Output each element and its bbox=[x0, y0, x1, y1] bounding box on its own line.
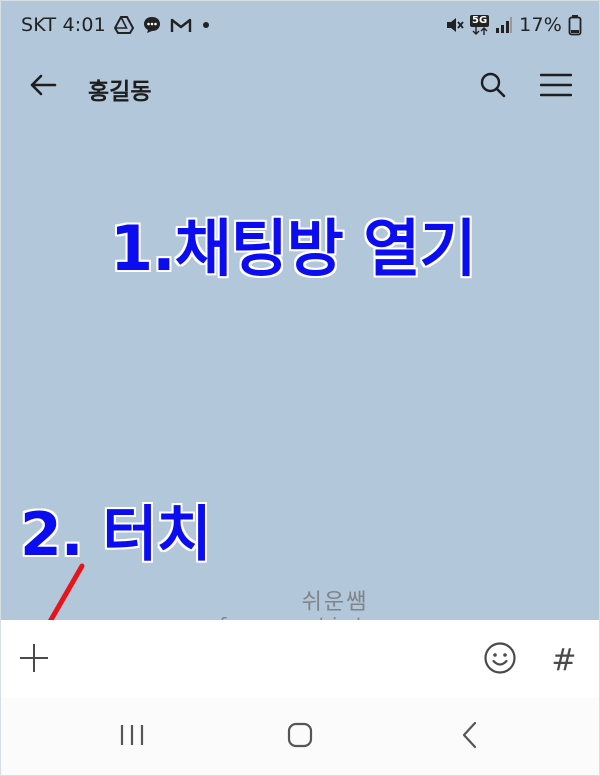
chat-screen: SKT 4:01 5G 17% 홍길동 1.채팅방 열기 2. 터치 쉬운쌤 # bbox=[0, 0, 600, 776]
carrier-time: SKT 4:01 bbox=[21, 14, 106, 36]
search-button[interactable] bbox=[474, 68, 512, 106]
status-left: SKT 4:01 bbox=[21, 14, 212, 36]
plus-icon bbox=[18, 642, 50, 678]
back-button[interactable] bbox=[22, 70, 64, 104]
battery-icon bbox=[568, 14, 582, 36]
network-5g-icon: 5G bbox=[469, 15, 490, 35]
home-icon bbox=[286, 721, 314, 753]
network-label: 5G bbox=[469, 15, 490, 27]
signal-icon bbox=[495, 16, 513, 34]
drive-icon bbox=[113, 16, 134, 34]
back-arrow-icon bbox=[28, 73, 58, 101]
watermark-name: 쉬운쌤 bbox=[301, 590, 369, 615]
system-nav-bar bbox=[0, 698, 600, 776]
chat-header: 홍길동 bbox=[0, 54, 600, 118]
emoji-icon bbox=[483, 641, 517, 679]
menu-button[interactable] bbox=[536, 68, 576, 106]
status-bar: SKT 4:01 5G 17% bbox=[0, 0, 600, 54]
chat-bubble-icon bbox=[142, 15, 162, 35]
dot-icon bbox=[200, 19, 212, 31]
step1-annotation: 1.채팅방 열기 bbox=[110, 212, 476, 285]
gmail-icon bbox=[170, 16, 192, 34]
hash-button[interactable]: # bbox=[544, 640, 584, 680]
home-button[interactable] bbox=[280, 720, 320, 754]
chat-title: 홍길동 bbox=[88, 79, 152, 105]
emoji-button[interactable] bbox=[480, 640, 520, 680]
input-bar: # bbox=[0, 620, 600, 698]
mute-icon bbox=[444, 15, 464, 35]
battery-percent: 17% bbox=[519, 14, 562, 36]
back-icon bbox=[460, 721, 480, 753]
menu-icon bbox=[539, 73, 573, 101]
status-right: 5G 17% bbox=[444, 14, 582, 36]
search-icon bbox=[479, 71, 507, 103]
recent-apps-button[interactable] bbox=[112, 720, 152, 754]
plus-button[interactable] bbox=[14, 640, 54, 680]
nav-back-button[interactable] bbox=[450, 720, 490, 754]
step2-annotation: 2. 터치 bbox=[20, 500, 212, 570]
recent-apps-icon bbox=[118, 723, 146, 751]
hash-icon: # bbox=[551, 642, 577, 678]
